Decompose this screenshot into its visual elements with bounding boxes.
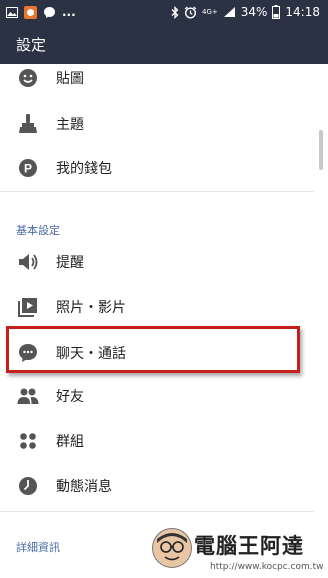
more-notifications-dots: ... (62, 5, 76, 19)
network-type: 4G+ (201, 7, 218, 16)
section-divider (0, 511, 314, 512)
menu-item-photos-videos[interactable]: 照片・影片 (0, 285, 328, 329)
gallery-notification-icon (6, 6, 18, 18)
menu-item-label: 好友 (56, 389, 84, 405)
menu-item-wallet[interactable]: P 我的錢包 (0, 146, 328, 190)
watermark-url: http://www.kocpc.com.tw (210, 562, 324, 572)
scrollbar[interactable] (319, 130, 323, 170)
timeline-clock-icon (19, 477, 37, 495)
highlight-frame (6, 326, 300, 373)
wallet-p-icon: P (19, 159, 37, 177)
watermark-title: 電腦王阿達 (194, 534, 304, 558)
menu-item-themes[interactable]: 主題 (0, 102, 328, 146)
svg-text:P: P (24, 162, 32, 176)
menu-item-label: 我的錢包 (56, 161, 112, 177)
section-header-details: 詳細資訊 (16, 541, 60, 554)
theme-brush-icon (19, 114, 37, 133)
menu-item-label: 提醒 (56, 255, 84, 271)
status-bar: ... 4G+ 34% 14:18 (0, 0, 328, 24)
page-title: 設定 (16, 36, 47, 54)
section-divider (0, 191, 314, 192)
friends-icon (17, 388, 39, 404)
app-notification-icon (24, 5, 37, 19)
menu-item-groups[interactable]: 群組 (0, 419, 328, 463)
messenger-notification-icon (44, 6, 55, 18)
menu-item-notifications[interactable]: 提醒 (0, 240, 328, 284)
photo-video-icon (18, 298, 37, 317)
battery-percent: 34% (240, 5, 268, 19)
alarm-icon (184, 6, 197, 19)
speaker-icon (19, 254, 38, 270)
menu-item-label: 貼圖 (56, 71, 84, 87)
menu-item-label: 照片・影片 (56, 300, 126, 316)
clock: 14:18 (285, 5, 320, 19)
menu-item-stickers[interactable]: 貼圖 (0, 56, 328, 100)
system-status: 4G+ 34% 14:18 (171, 3, 320, 21)
settings-list[interactable]: 貼圖 主題 P 我的錢包 基本設定 提醒 照片・影片 聊天・通話 好友 群組 動… (0, 64, 328, 578)
sticker-icon (19, 69, 37, 87)
notification-icons: ... (6, 4, 76, 20)
menu-item-label: 主題 (56, 117, 84, 133)
battery-icon (272, 5, 281, 19)
bluetooth-icon (171, 5, 179, 19)
section-header-basic: 基本設定 (16, 224, 60, 237)
groups-icon (20, 433, 36, 449)
signal-icon (223, 7, 235, 17)
menu-item-timeline[interactable]: 動態消息 (0, 464, 328, 508)
menu-item-label: 群組 (56, 434, 84, 450)
menu-item-label: 動態消息 (56, 479, 112, 495)
watermark-mascot-icon (152, 528, 192, 568)
menu-item-friends[interactable]: 好友 (0, 374, 328, 418)
watermark: 電腦王阿達 http://www.kocpc.com.tw (150, 528, 326, 578)
